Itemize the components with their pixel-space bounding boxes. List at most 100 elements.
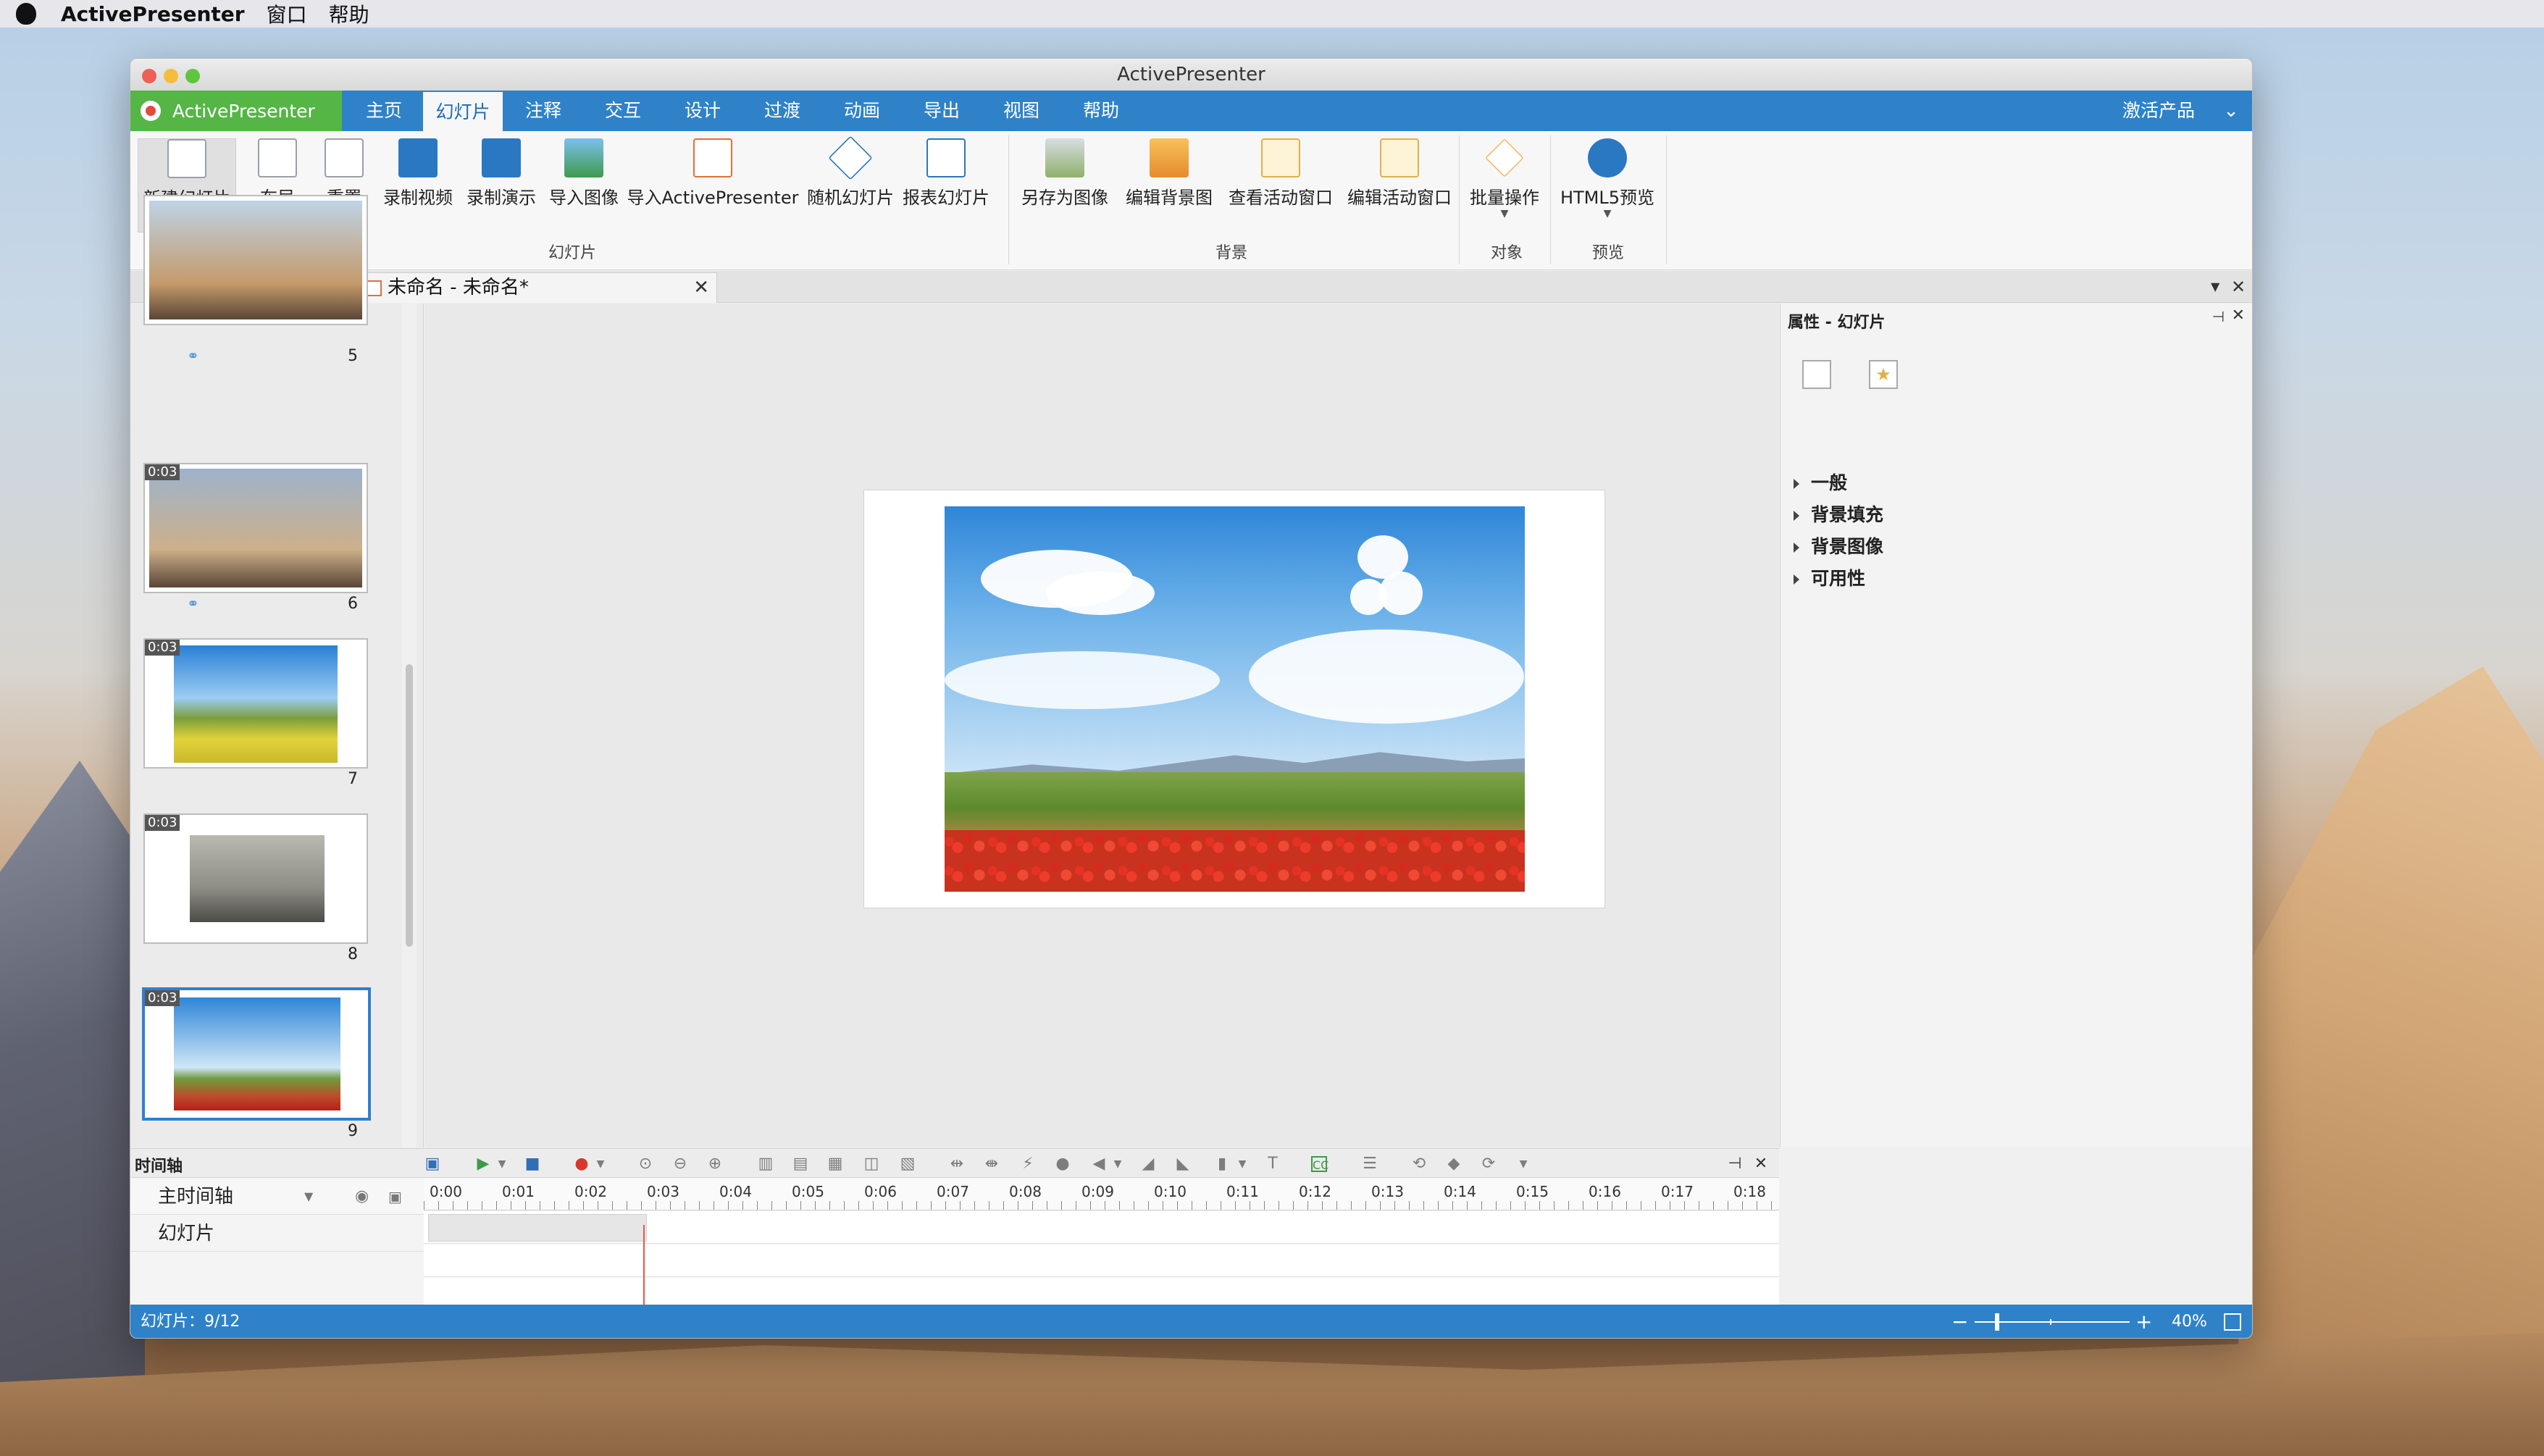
split-icon[interactable]: ▧ <box>900 1156 916 1172</box>
insert-time-icon[interactable]: ⇹ <box>949 1156 965 1172</box>
random-slide-button[interactable]: 随机幻灯片 <box>804 135 897 233</box>
keyframe-icon[interactable]: ◆ <box>1446 1156 1462 1172</box>
slide-thumbnail[interactable]: 0:03 <box>143 463 368 593</box>
tab-export[interactable]: 导出 <box>905 91 978 131</box>
motion-icon[interactable]: ⟳ <box>1481 1156 1497 1172</box>
zoom-slider-handle[interactable] <box>1995 1313 1999 1331</box>
close-timeline-icon[interactable]: ✕ <box>1753 1156 1769 1172</box>
delete-time-icon[interactable]: ⇼ <box>984 1156 1000 1172</box>
slide-timeline-row[interactable]: 幻灯片 <box>130 1216 424 1252</box>
main-timeline-row[interactable]: 主时间轴 ▼ ◉ ▣ <box>130 1179 424 1215</box>
more-options-icon[interactable]: ▼ <box>1515 1156 1531 1172</box>
star-properties-icon[interactable]: ★ <box>1869 360 1898 389</box>
slide-thumbnail[interactable]: 0:03 <box>143 638 368 769</box>
lock-icon[interactable]: ▣ <box>388 1179 402 1215</box>
crop-icon[interactable]: ◫ <box>863 1156 879 1172</box>
collapse-ribbon-icon[interactable]: ⌄ <box>2217 91 2246 131</box>
slide-photo[interactable] <box>945 506 1525 892</box>
slide-thumbnail[interactable]: 0:03 <box>143 813 368 944</box>
select-icon[interactable]: ▣ <box>424 1156 440 1172</box>
slide-page[interactable] <box>863 490 1605 908</box>
close-panel-icon[interactable]: ✕ <box>2232 306 2245 325</box>
play-icon[interactable]: ▶ <box>475 1156 491 1172</box>
chevron-down-icon[interactable]: ▼ <box>1234 1156 1250 1172</box>
property-section-general[interactable]: 一般 <box>1794 469 1847 495</box>
tab-view[interactable]: 视图 <box>985 91 1058 131</box>
slide-panel-scrollbar[interactable] <box>402 304 417 1147</box>
tab-home[interactable]: 主页 <box>348 91 420 131</box>
zoom-in-icon[interactable]: ⊕ <box>707 1156 723 1172</box>
tab-animation[interactable]: 动画 <box>826 91 898 131</box>
zoom-fit-icon[interactable]: ⊙ <box>637 1156 653 1172</box>
closed-caption-icon[interactable]: CC <box>1311 1156 1329 1172</box>
edit-background-button[interactable]: 编辑背景图 <box>1118 138 1220 233</box>
menubar-help[interactable]: 帮助 <box>329 0 369 28</box>
align-icon[interactable]: ▦ <box>827 1156 843 1172</box>
scrollbar-thumb[interactable] <box>406 664 413 947</box>
volume-icon[interactable]: ◀ <box>1091 1156 1107 1172</box>
eye-icon[interactable]: ◉ <box>355 1179 369 1215</box>
zoom-out-icon[interactable]: ⊖ <box>672 1156 688 1172</box>
fit-to-window-icon[interactable] <box>2224 1313 2241 1331</box>
html5-preview-button[interactable]: HTML5预览 ▼ <box>1555 138 1660 233</box>
blur-icon[interactable]: ● <box>1055 1156 1071 1172</box>
import-image-button[interactable]: 导入图像 <box>543 138 624 233</box>
timeline-playhead[interactable] <box>643 1225 645 1305</box>
app-menu-tab[interactable]: ActivePresenter <box>130 91 342 131</box>
audio-level-icon[interactable]: ▮ <box>1214 1156 1230 1172</box>
menubar-window[interactable]: 窗口 <box>267 0 307 28</box>
slide-canvas[interactable] <box>424 304 1779 1147</box>
chevron-down-icon[interactable]: ▼ <box>593 1156 608 1172</box>
view-active-window-button[interactable]: 查看活动窗口 <box>1223 138 1339 233</box>
zoom-slider[interactable] <box>1975 1313 2130 1331</box>
record-video-button[interactable]: 录制视频 <box>377 138 459 233</box>
fade-in-icon[interactable]: ◢ <box>1140 1156 1156 1172</box>
tab-annotate[interactable]: 注释 <box>507 91 579 131</box>
document-tab[interactable]: 未命名 - 未命名* ✕ <box>359 272 717 303</box>
slide-thumbnail[interactable] <box>143 195 368 325</box>
close-tab-icon[interactable]: ✕ <box>693 273 709 302</box>
speed-icon[interactable]: ⚡ <box>1020 1156 1036 1172</box>
align-icon[interactable]: ▥ <box>758 1156 774 1172</box>
save-as-image-button[interactable]: 另存为图像 <box>1014 138 1116 233</box>
batch-operations-button[interactable]: 批量操作 ▼ <box>1463 138 1546 233</box>
zoom-out-icon[interactable]: − <box>1951 1305 1968 1338</box>
fade-out-icon[interactable]: ◣ <box>1175 1156 1191 1172</box>
chevron-down-icon[interactable]: ▼ <box>304 1179 313 1215</box>
record-demo-button[interactable]: 录制演示 <box>461 138 542 233</box>
close-window-icon[interactable] <box>142 69 156 83</box>
text-to-speech-icon[interactable]: T <box>1265 1156 1281 1172</box>
record-icon[interactable]: ● <box>574 1156 590 1172</box>
activate-product-link[interactable]: 激活产品 <box>2115 91 2202 131</box>
slide-thumbnail-selected[interactable]: 0:03 <box>142 987 371 1121</box>
chevron-down-icon[interactable]: ▼ <box>494 1156 510 1172</box>
close-document-icon[interactable]: ✕ <box>2231 278 2248 296</box>
slide-duration-bar[interactable] <box>428 1214 647 1242</box>
tab-help[interactable]: 帮助 <box>1065 91 1137 131</box>
tab-list-icon[interactable]: ▼ <box>2211 278 2228 296</box>
zoom-in-icon[interactable]: + <box>2135 1305 2152 1338</box>
property-section-availability[interactable]: 可用性 <box>1794 564 1865 590</box>
tab-slides[interactable]: 幻灯片 <box>423 91 503 131</box>
edit-active-window-button[interactable]: 编辑活动窗口 <box>1342 138 1457 233</box>
timeline-ruler[interactable]: 0:00 0:01 0:02 0:03 0:04 0:05 0:06 0:07 … <box>424 1179 1779 1210</box>
align-icon[interactable]: ▤ <box>792 1156 808 1172</box>
property-section-background-image[interactable]: 背景图像 <box>1794 532 1883 558</box>
chevron-down-icon[interactable]: ▼ <box>1110 1156 1126 1172</box>
tab-interaction[interactable]: 交互 <box>587 91 659 131</box>
pin-icon[interactable]: ⊣ <box>1727 1156 1743 1172</box>
zoom-window-icon[interactable] <box>185 69 200 83</box>
caption-list-icon[interactable]: ☰ <box>1362 1156 1378 1172</box>
general-properties-icon[interactable] <box>1802 360 1831 389</box>
tab-transition[interactable]: 过渡 <box>746 91 819 131</box>
report-slide-button[interactable]: 报表幻灯片 <box>900 138 992 233</box>
import-activepresenter-button[interactable]: 导入ActivePresenter <box>626 138 800 233</box>
rotate-icon[interactable]: ⟲ <box>1411 1156 1427 1172</box>
apple-icon[interactable] <box>16 3 36 25</box>
minimize-window-icon[interactable] <box>164 69 178 83</box>
tab-design[interactable]: 设计 <box>666 91 739 131</box>
stop-icon[interactable]: ■ <box>524 1156 540 1172</box>
property-section-background-fill[interactable]: 背景填充 <box>1794 501 1883 527</box>
slide-track[interactable] <box>424 1211 1779 1244</box>
menubar-app-name[interactable]: ActivePresenter <box>61 2 245 26</box>
